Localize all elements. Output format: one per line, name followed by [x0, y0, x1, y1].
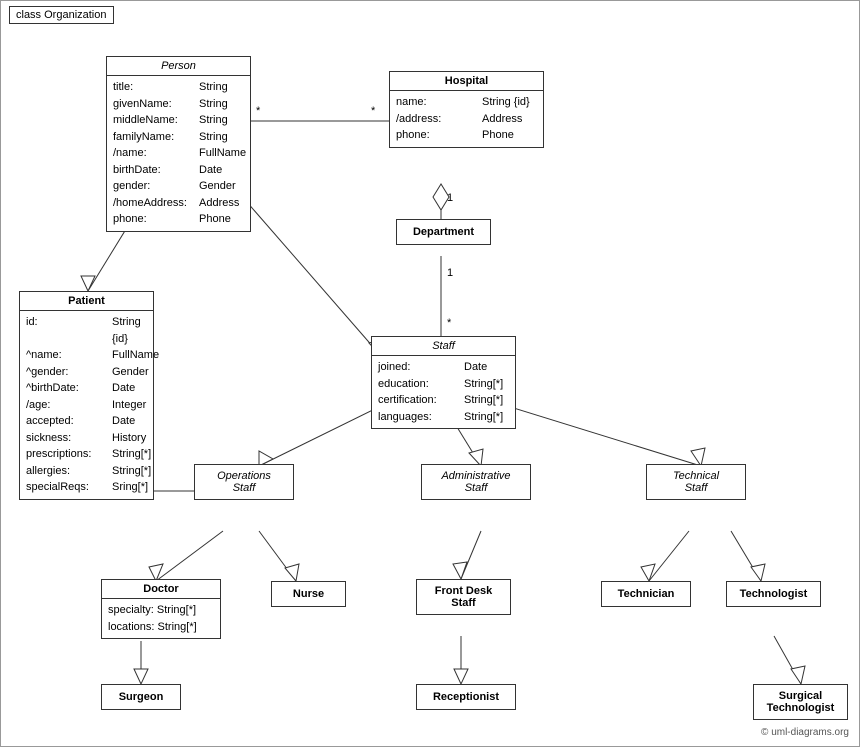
doctor-class: Doctor specialty: String[*] locations: S…: [101, 579, 221, 639]
staff-attrs: joined:Date education:String[*] certific…: [372, 356, 515, 428]
svg-text:1: 1: [447, 267, 453, 279]
technician-class: Technician: [601, 581, 691, 607]
patient-title: Patient: [20, 292, 153, 311]
patient-attrs: id:String {id} ^name:FullName ^gender:Ge…: [20, 311, 153, 499]
surgical-technologist-class: SurgicalTechnologist: [753, 684, 848, 720]
technologist-title: Technologist: [740, 588, 808, 600]
doctor-title: Doctor: [102, 580, 220, 599]
surgeon-class: Surgeon: [101, 684, 181, 710]
technical-staff-class: TechnicalStaff: [646, 464, 746, 500]
hospital-attrs: name:String {id} /address:Address phone:…: [390, 91, 543, 147]
operations-staff-class: OperationsStaff: [194, 464, 294, 500]
administrative-staff-class: AdministrativeStaff: [421, 464, 531, 500]
nurse-title: Nurse: [293, 588, 324, 600]
nurse-class: Nurse: [271, 581, 346, 607]
diagram-label: class Organization: [9, 6, 114, 24]
diagram-container: class Organization * * 1 * 1 * * *: [0, 0, 860, 747]
staff-class: Staff joined:Date education:String[*] ce…: [371, 336, 516, 429]
hospital-title: Hospital: [390, 72, 543, 91]
person-class: Person title:String givenName:String mid…: [106, 56, 251, 232]
receptionist-class: Receptionist: [416, 684, 516, 710]
surgeon-title: Surgeon: [119, 691, 164, 703]
technologist-class: Technologist: [726, 581, 821, 607]
person-attrs: title:String givenName:String middleName…: [107, 76, 250, 231]
technician-title: Technician: [618, 588, 675, 600]
person-title: Person: [107, 57, 250, 76]
receptionist-title: Receptionist: [433, 691, 499, 703]
department-title: Department: [397, 220, 490, 244]
doctor-attrs: specialty: String[*] locations: String[*…: [102, 599, 220, 638]
patient-class: Patient id:String {id} ^name:FullName ^g…: [19, 291, 154, 500]
copyright: © uml-diagrams.org: [761, 727, 849, 738]
svg-text:*: *: [371, 105, 376, 117]
staff-title: Staff: [372, 337, 515, 356]
svg-text:1: 1: [447, 192, 453, 204]
department-class: Department: [396, 219, 491, 245]
front-desk-staff-class: Front DeskStaff: [416, 579, 511, 615]
svg-text:*: *: [256, 105, 261, 117]
svg-text:*: *: [447, 317, 452, 329]
hospital-class: Hospital name:String {id} /address:Addre…: [389, 71, 544, 148]
